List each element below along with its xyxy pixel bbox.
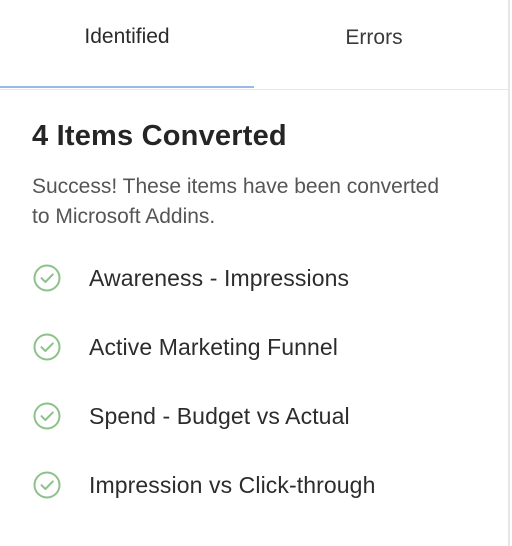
tab-errors[interactable]: Errors (254, 0, 494, 88)
item-label: Active Marketing Funnel (89, 333, 339, 360)
tab-bar: Identified Errors (0, 0, 508, 90)
list-item: Awareness - Impressions (32, 258, 508, 298)
check-circle-icon (33, 333, 61, 361)
item-label: Awareness - Impressions (89, 264, 350, 291)
converted-items-list: Awareness - Impressions Active Marketing… (32, 258, 508, 505)
check-circle-icon (33, 471, 61, 499)
check-circle-icon (33, 402, 61, 430)
list-item: Spend - Budget vs Actual (32, 396, 508, 436)
tab-identified-label: Identified (84, 25, 170, 48)
tab-identified[interactable]: Identified (0, 0, 254, 88)
item-label: Impression vs Click-through (89, 471, 376, 498)
item-label: Spend - Budget vs Actual (89, 402, 350, 429)
list-item: Active Marketing Funnel (32, 327, 508, 367)
converted-panel: Identified Errors 4 Items Converted Succ… (0, 0, 510, 546)
check-circle-icon (33, 264, 61, 292)
list-item: Impression vs Click-through (32, 465, 508, 505)
tab-errors-label: Errors (345, 26, 403, 49)
conversion-result: 4 Items Converted Success! These items h… (0, 90, 508, 505)
page-title: 4 Items Converted (32, 120, 287, 152)
success-message: Success! These items have been converted… (32, 175, 440, 228)
